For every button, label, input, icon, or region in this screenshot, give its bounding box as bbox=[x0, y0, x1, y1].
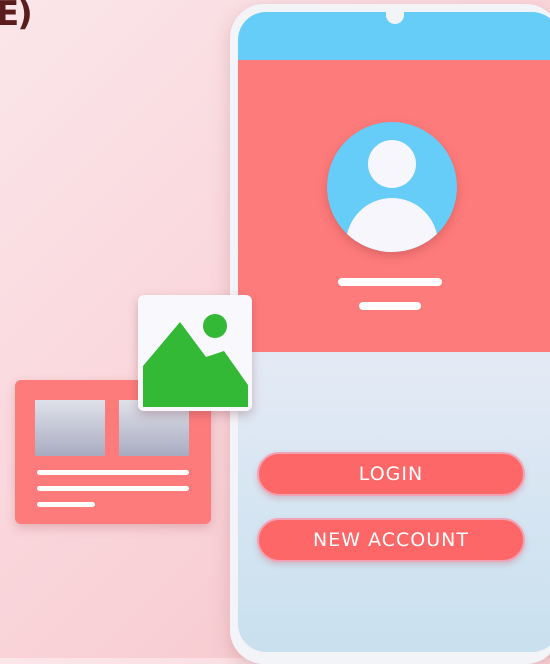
text-line-placeholder bbox=[37, 502, 95, 507]
avatar-body bbox=[346, 198, 438, 252]
corner-logo-fragment: E) bbox=[0, 0, 33, 34]
image-icon bbox=[138, 295, 252, 411]
text-line-placeholder bbox=[37, 486, 189, 491]
phone-mockup: LOGIN NEW ACCOUNT bbox=[230, 4, 550, 664]
mountain-shape bbox=[143, 322, 248, 407]
user-avatar-icon bbox=[327, 122, 457, 252]
thumbnail-placeholder bbox=[35, 400, 105, 456]
text-line-placeholder bbox=[37, 470, 189, 475]
login-button[interactable]: LOGIN bbox=[257, 452, 525, 496]
avatar-head bbox=[368, 140, 416, 188]
phone-notch bbox=[386, 12, 404, 24]
new-account-button[interactable]: NEW ACCOUNT bbox=[257, 518, 525, 562]
sun-shape bbox=[203, 314, 227, 338]
name-placeholder-line bbox=[338, 278, 442, 286]
profile-header bbox=[238, 60, 550, 352]
phone-screen: LOGIN NEW ACCOUNT bbox=[238, 12, 550, 652]
status-bar bbox=[238, 12, 550, 60]
subtitle-placeholder-line bbox=[359, 302, 421, 310]
